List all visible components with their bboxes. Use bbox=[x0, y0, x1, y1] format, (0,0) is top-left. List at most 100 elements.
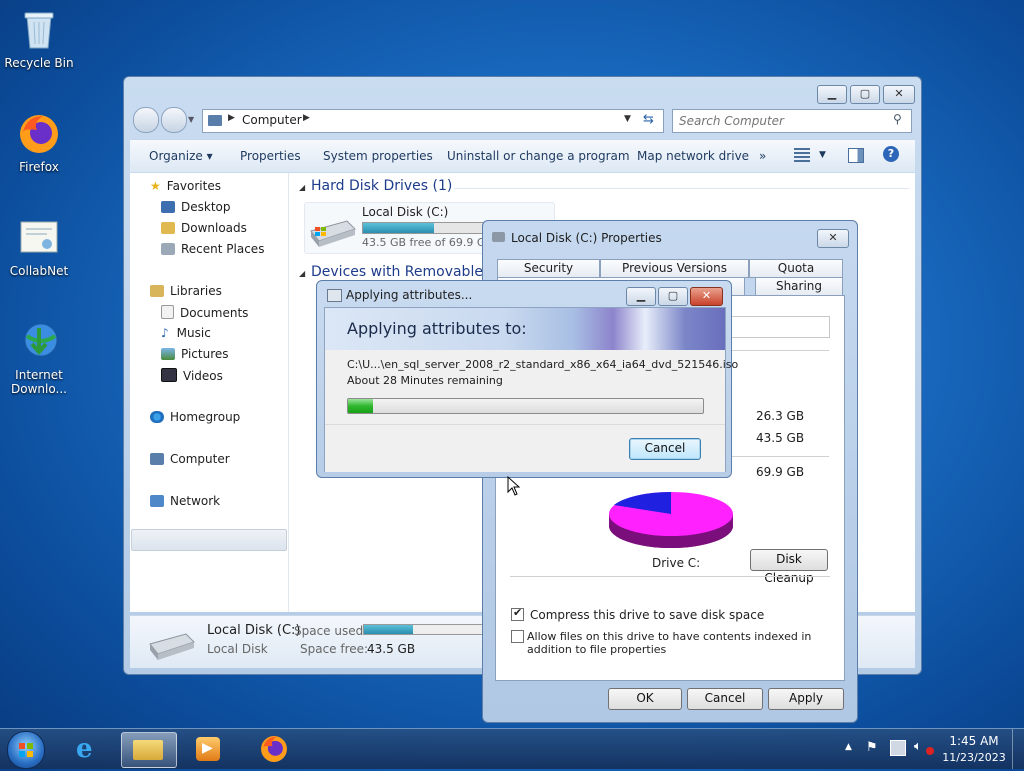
maximize-button[interactable]: ▢ bbox=[658, 287, 688, 306]
collapse-arrow-icon[interactable]: ◢ bbox=[299, 183, 305, 192]
media-player-icon: ▶ bbox=[196, 737, 220, 761]
free-space-value: 43.5 GB bbox=[756, 431, 805, 445]
close-button[interactable]: ✕ bbox=[690, 287, 723, 306]
desktop-icon bbox=[161, 201, 175, 213]
view-dropdown-icon[interactable]: ▼ bbox=[819, 150, 826, 160]
nav-network[interactable]: Network bbox=[150, 494, 220, 512]
disk-pie-chart bbox=[609, 491, 733, 548]
nav-desktop[interactable]: Desktop bbox=[161, 200, 231, 218]
volume-label-input[interactable] bbox=[730, 316, 830, 338]
music-icon: ♪ bbox=[161, 326, 169, 340]
tab-previous-versions[interactable]: Previous Versions bbox=[600, 259, 749, 278]
volume-muted-icon[interactable]: 🔈︎ bbox=[914, 739, 922, 754]
desktop-icon-recycle-bin[interactable]: Recycle Bin bbox=[3, 8, 75, 70]
removable-group-header[interactable]: Devices with Removable S bbox=[311, 264, 496, 280]
space-free-label: Space free: bbox=[300, 642, 369, 656]
properties-button[interactable]: Properties bbox=[240, 149, 301, 163]
taskbar-internet-explorer[interactable]: e bbox=[62, 732, 116, 766]
apply-button[interactable]: Apply bbox=[768, 688, 844, 710]
address-bar[interactable]: ▶ Computer ▶ ▼ ⇆ bbox=[202, 109, 664, 133]
nav-computer[interactable]: Computer bbox=[150, 452, 230, 470]
checkmark-icon: ✔ bbox=[513, 606, 523, 619]
applying-attributes-dialog[interactable]: Applying attributes... ▁ ▢ ✕ Applying at… bbox=[316, 280, 738, 478]
nav-videos[interactable]: Videos bbox=[161, 368, 223, 386]
compress-option[interactable]: ✔ Compress this drive to save disk space bbox=[511, 606, 764, 622]
close-button[interactable]: ✕ bbox=[883, 85, 915, 104]
history-dropdown-icon[interactable]: ▼ bbox=[188, 115, 194, 124]
pictures-icon bbox=[161, 348, 175, 360]
minimize-button[interactable]: ▁ bbox=[817, 85, 847, 104]
cancel-button[interactable]: Cancel bbox=[629, 438, 701, 460]
mute-badge-icon bbox=[926, 747, 934, 755]
space-free-value: 43.5 GB bbox=[367, 642, 416, 656]
windows-logo-icon bbox=[19, 743, 33, 757]
index-option[interactable]: Allow files on this drive to have conten… bbox=[511, 630, 821, 656]
nav-computer-selected-bg bbox=[131, 529, 287, 551]
nav-recent-places[interactable]: Recent Places bbox=[161, 242, 264, 260]
search-input[interactable] bbox=[677, 112, 886, 130]
desktop-icon-firefox[interactable]: Firefox bbox=[3, 112, 75, 174]
hard-disk-icon bbox=[310, 220, 356, 247]
close-button[interactable]: ✕ bbox=[817, 229, 849, 248]
breadcrumb-arrow-icon[interactable]: ▶ bbox=[303, 113, 310, 123]
nav-downloads[interactable]: Downloads bbox=[161, 221, 247, 239]
desktop-icon-internet-download[interactable]: Internet Downlo... bbox=[3, 320, 75, 396]
show-desktop-button[interactable] bbox=[1012, 729, 1024, 769]
nav-music[interactable]: ♪ Music bbox=[161, 326, 211, 344]
collapse-arrow-icon[interactable]: ◢ bbox=[299, 269, 305, 278]
search-box[interactable]: ⚲ bbox=[672, 109, 912, 133]
more-commands-button[interactable]: » bbox=[759, 149, 766, 163]
command-bar: Organize ▾ Properties System properties … bbox=[130, 139, 915, 172]
local-disk-free: 43.5 GB free of 69.9 GB bbox=[362, 236, 493, 249]
compress-checkbox[interactable]: ✔ bbox=[511, 606, 524, 621]
tab-quota[interactable]: Quota bbox=[749, 259, 843, 278]
search-icon[interactable]: ⚲ bbox=[893, 112, 902, 126]
taskbar: e ▶ ▲ ⚑ 🔈︎ 1:45 AM 11/23/2023 bbox=[0, 728, 1024, 769]
disk-cleanup-button[interactable]: Disk Cleanup bbox=[750, 549, 828, 585]
details-type: Local Disk bbox=[207, 642, 268, 656]
ok-button[interactable]: OK bbox=[608, 688, 682, 710]
network-tray-icon[interactable] bbox=[890, 740, 906, 756]
taskbar-firefox[interactable] bbox=[247, 732, 301, 766]
nav-favorites[interactable]: ★ Favorites bbox=[150, 179, 221, 197]
nav-libraries[interactable]: Libraries bbox=[150, 284, 222, 302]
breadcrumb-computer[interactable]: Computer bbox=[242, 113, 302, 127]
time-remaining: About 28 Minutes remaining bbox=[347, 374, 503, 387]
minimize-button[interactable]: ▁ bbox=[626, 287, 656, 306]
system-properties-button[interactable]: System properties bbox=[323, 149, 433, 163]
space-used-label: Space used: bbox=[294, 624, 368, 638]
tab-sharing[interactable]: Sharing bbox=[755, 277, 843, 296]
nav-pictures[interactable]: Pictures bbox=[161, 347, 229, 365]
star-icon: ★ bbox=[150, 179, 161, 193]
taskbar-media-player[interactable]: ▶ bbox=[182, 732, 236, 766]
taskbar-explorer-active[interactable] bbox=[121, 732, 177, 768]
map-network-drive-button[interactable]: Map network drive bbox=[637, 149, 749, 163]
show-hidden-icons-button[interactable]: ▲ bbox=[845, 742, 852, 752]
navigation-pane: ★ Favorites Desktop Downloads Recent Plac… bbox=[130, 173, 289, 612]
clock-date[interactable]: 11/23/2023 bbox=[940, 751, 1008, 764]
maximize-button[interactable]: ▢ bbox=[850, 85, 880, 104]
index-checkbox[interactable] bbox=[511, 630, 524, 643]
breadcrumb-arrow-icon[interactable]: ▶ bbox=[228, 113, 235, 123]
back-button[interactable] bbox=[133, 107, 159, 133]
address-dropdown-icon[interactable]: ▼ bbox=[624, 114, 631, 124]
forward-button[interactable] bbox=[161, 107, 187, 133]
help-icon[interactable]: ? bbox=[883, 146, 899, 162]
start-button[interactable] bbox=[7, 731, 45, 769]
nav-homegroup[interactable]: Homegroup bbox=[150, 410, 240, 428]
hdd-group-header[interactable]: Hard Disk Drives (1) bbox=[311, 178, 452, 194]
refresh-icon[interactable]: ⇆ bbox=[643, 112, 654, 127]
properties-title: Local Disk (C:) Properties bbox=[511, 231, 662, 245]
computer-icon bbox=[150, 453, 164, 465]
nav-documents[interactable]: Documents bbox=[161, 305, 248, 323]
action-center-flag-icon[interactable]: ⚑ bbox=[866, 740, 878, 755]
view-options-icon[interactable] bbox=[794, 148, 810, 162]
cancel-button[interactable]: Cancel bbox=[687, 688, 763, 710]
desktop-icon-collabnet[interactable]: CollabNet bbox=[3, 216, 75, 278]
tab-security[interactable]: Security bbox=[497, 259, 600, 278]
used-space-value: 26.3 GB bbox=[756, 409, 805, 423]
organize-button[interactable]: Organize ▾ bbox=[149, 149, 213, 163]
uninstall-program-button[interactable]: Uninstall or change a program bbox=[447, 149, 630, 163]
clock-time[interactable]: 1:45 AM bbox=[944, 734, 1004, 748]
preview-pane-icon[interactable] bbox=[848, 148, 864, 163]
